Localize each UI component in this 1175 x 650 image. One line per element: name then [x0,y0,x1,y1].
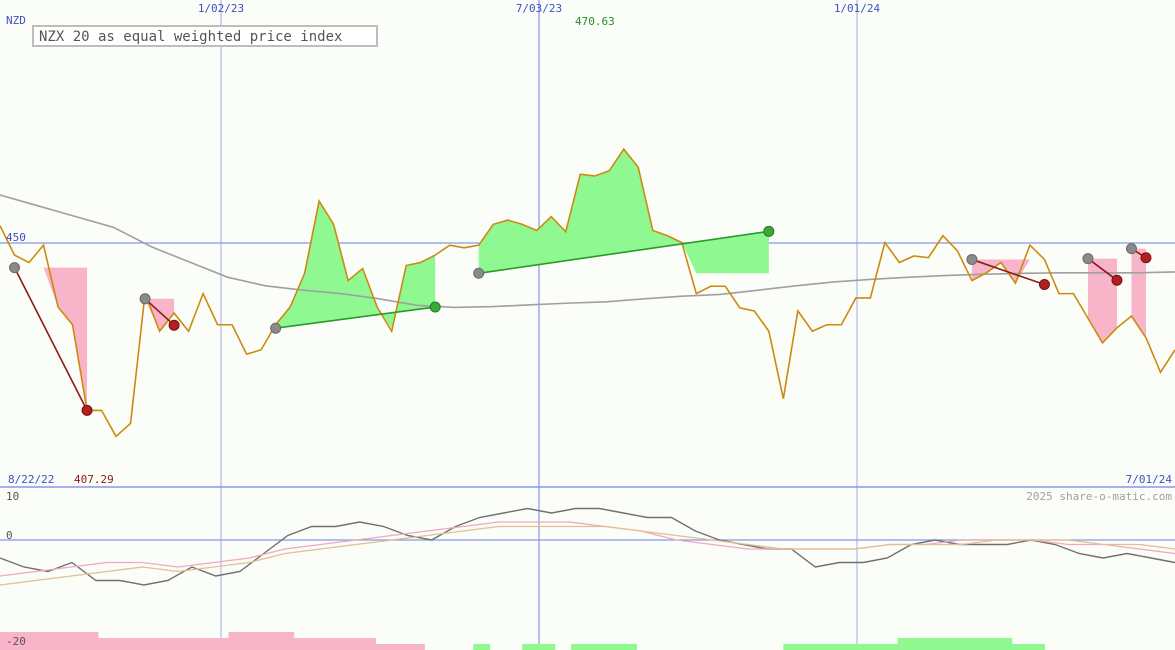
oscillator-tick-label: 10 [6,490,19,503]
histogram-bar [962,638,980,650]
histogram-bar [979,638,996,650]
histogram-bar [228,632,246,650]
histogram-bar [48,632,66,650]
chart-title-box: NZX 20 as equal weighted price index [32,25,378,47]
oscillator-tick-label: -20 [6,635,26,648]
histogram-bar [881,644,899,650]
histogram-bar [1011,644,1029,650]
trade-exit-marker [1140,252,1152,264]
trade-fill-gain [478,149,769,274]
x-tick-label: 1/01/24 [834,2,881,15]
x-tick-label: 7/03/23 [516,2,562,15]
histogram-bar [1028,644,1045,650]
histogram-bar [326,638,344,650]
histogram-bar [391,644,409,650]
histogram-bar [783,644,801,650]
oscillator-tick-label: 0 [6,529,13,542]
histogram-bar [375,644,393,650]
histogram-bar [310,638,327,650]
histogram-bar [848,644,866,650]
trade-entry-marker [9,262,21,274]
trade-exit-marker [763,225,775,237]
histogram-bar [571,644,588,650]
histogram-bar [799,644,817,650]
histogram-bar [81,632,99,650]
histogram-bar [864,644,882,650]
histogram-bar [244,632,262,650]
histogram-bar [587,644,605,650]
histogram-bar [832,644,850,650]
histogram-bar [930,638,948,650]
x-tick-label: 1/02/23 [198,2,244,15]
histogram-bar [473,644,491,650]
chart-title: NZX 20 as equal weighted price index [39,29,343,45]
histogram-bar [897,638,915,650]
trade-entry-marker [270,322,282,334]
trade-entry-marker [966,253,978,265]
oscillator-line [0,521,1175,577]
chart-canvas: 1/02/23 7/03/23 1/01/24 NZD 450 470.63 8/22/22… [0,0,1175,650]
histogram-bar [620,644,637,650]
trade-fill-layer [14,149,1146,411]
x-start-label: 8/22/22 [8,473,54,486]
trade-fill-loss [1087,258,1117,343]
histogram-bar [359,638,376,650]
histogram-bar [342,638,360,650]
histogram-bar [179,638,197,650]
oscillator-line [0,507,1175,586]
x-end-label: 7/01/24 [1126,473,1173,486]
histogram-bar [163,638,181,650]
trade-exit-marker [81,404,93,416]
histogram-bar [603,644,621,650]
histogram-bar [261,632,278,650]
trade-exit-marker [168,319,180,331]
chart-stage: 1/02/23 7/03/23 1/01/24 NZD 450 470.63 8/22/22… [0,0,1175,650]
histogram-bar [114,638,132,650]
histogram-bar [946,638,964,650]
trade-entry-marker [1125,243,1137,255]
histogram-bar [538,644,556,650]
histogram-bar [277,632,295,650]
trade-entry-marker [473,267,485,279]
histogram-bar [815,644,833,650]
trade-entry-marker [1082,253,1094,265]
watermark: 2025 share-o-matic.com [1026,490,1172,503]
histogram-bar [522,644,540,650]
histogram-bar [32,632,50,650]
high-label: 470.63 [575,15,615,28]
currency-label: NZD [6,14,26,27]
histogram-bar [146,638,164,650]
histogram-bar [97,638,115,650]
reference-label: 450 [6,231,26,244]
histogram-bar [293,638,311,650]
trade-exit-marker [1111,274,1123,286]
low-label: 407.29 [74,473,114,486]
histogram-bar [407,644,425,650]
histogram-bar [130,638,148,650]
trade-exit-marker [429,301,441,313]
trade-entry-marker [139,293,151,305]
histogram-bar [65,632,83,650]
histogram-bar [995,638,1013,650]
histogram-bar [195,638,213,650]
histogram-bar [913,638,931,650]
trade-exit-marker [1038,279,1050,291]
oscillator-layer [0,507,1175,650]
label-layer: 1/02/23 7/03/23 1/01/24 NZD 450 470.63 8/22/22… [6,2,1172,648]
histogram-bar [212,638,229,650]
